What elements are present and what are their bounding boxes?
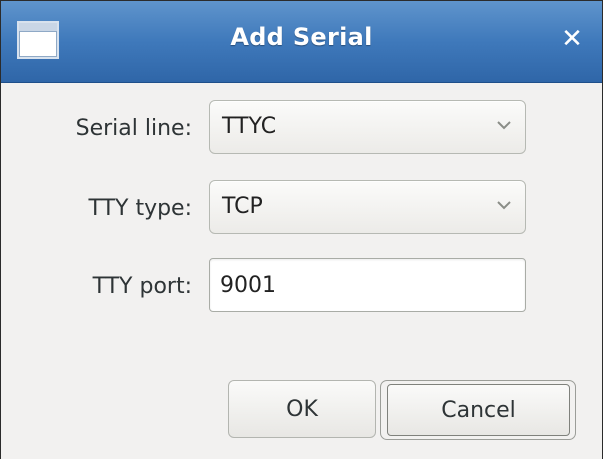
tty-type-value: TCP xyxy=(222,194,263,219)
add-serial-dialog: Add Serial ✕ Serial line: TTYC TTY type:… xyxy=(0,0,603,459)
tty-port-field[interactable] xyxy=(209,258,526,312)
chevron-down-icon xyxy=(497,201,511,210)
tty-type-label: TTY type: xyxy=(88,196,192,221)
serial-line-label: Serial line: xyxy=(75,116,192,141)
dialog-title: Add Serial xyxy=(230,23,373,51)
tty-port-label: TTY port: xyxy=(92,274,192,299)
chevron-down-icon xyxy=(497,121,511,130)
titlebar[interactable]: Add Serial ✕ xyxy=(1,1,602,83)
tty-type-dropdown[interactable]: TCP xyxy=(209,180,526,234)
cancel-button[interactable]: Cancel xyxy=(387,384,570,436)
close-icon[interactable]: ✕ xyxy=(556,21,588,57)
serial-line-dropdown[interactable]: TTYC xyxy=(209,100,526,154)
ok-button[interactable]: OK xyxy=(228,380,376,438)
serial-line-value: TTYC xyxy=(222,114,277,139)
tty-port-input[interactable] xyxy=(220,270,510,300)
